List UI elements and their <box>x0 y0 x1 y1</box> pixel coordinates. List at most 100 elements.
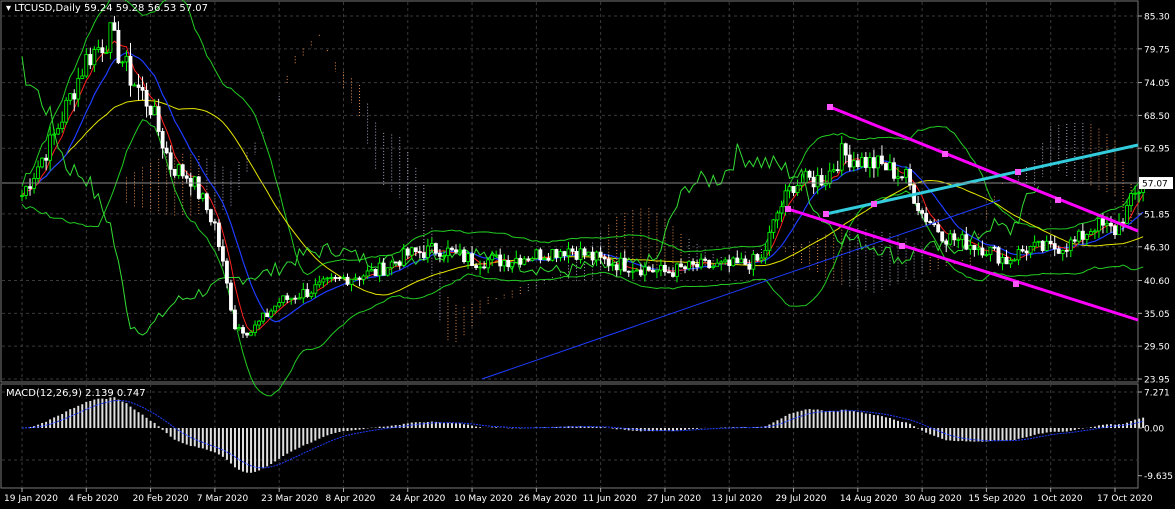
chevron-down-icon[interactable]: ▾ <box>6 3 11 14</box>
price-tick-label: 35.05 <box>1144 310 1170 320</box>
candle-body <box>104 52 109 54</box>
candle-body <box>478 266 482 269</box>
trendline-anchor <box>827 104 833 110</box>
candle-body <box>610 264 615 267</box>
date-tick-label: 11 Jun 2020 <box>583 494 637 504</box>
candle-body <box>156 106 161 132</box>
candle-body <box>867 157 872 168</box>
candle-body <box>289 297 294 300</box>
candle-body <box>168 152 173 170</box>
candle-body <box>719 261 724 264</box>
candle-body <box>176 164 181 176</box>
candle-body <box>659 264 663 271</box>
candle-body <box>1093 230 1097 233</box>
candle-body <box>192 176 197 187</box>
candle-body <box>731 257 736 266</box>
candle-body <box>24 186 28 196</box>
candle-body <box>241 327 245 334</box>
candle-body <box>896 176 900 179</box>
candle-body <box>767 232 772 251</box>
candle-body <box>783 190 788 208</box>
candle-body <box>1012 259 1017 262</box>
candle-body <box>976 247 981 250</box>
candle-body <box>301 289 306 299</box>
candle-body <box>835 169 840 172</box>
date-tick-label: 26 May 2020 <box>518 494 577 504</box>
macd-tick-label: -9.635 <box>1144 472 1173 482</box>
candle-body <box>630 270 635 273</box>
candle-body <box>779 206 784 214</box>
candle-body <box>389 261 394 269</box>
candle-body <box>570 248 575 252</box>
candle-body <box>1032 241 1037 247</box>
candle-body <box>285 295 290 300</box>
candle-body <box>64 99 69 123</box>
candle-body <box>530 258 535 261</box>
candle-body <box>839 143 844 171</box>
candle-body <box>1101 218 1105 226</box>
candle-body <box>743 258 748 265</box>
candle-body <box>417 251 422 254</box>
candle-body <box>1020 249 1025 252</box>
candle-body <box>184 175 189 179</box>
price-tick-label: 29.50 <box>1144 343 1170 353</box>
candle-body <box>795 184 800 193</box>
candle-body <box>574 250 579 260</box>
price-tick-label: 51.85 <box>1144 210 1170 220</box>
candle-body <box>863 156 868 168</box>
candle-body <box>405 248 410 256</box>
candle-body <box>466 253 470 263</box>
candle-body <box>755 254 760 261</box>
candle-body <box>212 221 217 224</box>
candle-body <box>876 155 880 169</box>
candle-body <box>960 234 965 240</box>
candle-body <box>92 49 97 66</box>
candle-body <box>462 249 466 263</box>
candle-body <box>88 54 93 66</box>
candle-body <box>582 248 587 256</box>
candle-body <box>20 195 24 197</box>
candle-body <box>594 251 599 261</box>
candle-body <box>590 251 595 261</box>
candle-body <box>803 170 808 184</box>
candle-body <box>490 254 495 261</box>
candle-body <box>699 258 704 268</box>
chart-title: ▾ LTCUSD,Daily 59.24 59.28 56.53 57.07 <box>6 3 208 14</box>
candle-body <box>984 254 989 257</box>
candle-body <box>1052 243 1057 250</box>
date-tick-label: 15 Sep 2020 <box>968 494 1025 504</box>
candle-body <box>454 249 458 253</box>
candle-body <box>771 219 776 233</box>
candle-body <box>1097 218 1101 232</box>
last-price-label: 57.07 <box>1142 180 1168 190</box>
candle-body <box>229 282 233 311</box>
candle-body <box>554 249 559 258</box>
candle-body <box>1016 249 1021 261</box>
candle-body <box>200 193 205 199</box>
price-tick-label: 79.75 <box>1144 45 1170 55</box>
candle-body <box>683 266 687 269</box>
candle-body <box>353 277 358 280</box>
candle-body <box>273 305 278 312</box>
candle-body <box>450 247 454 251</box>
candle-body <box>233 309 237 330</box>
candle-body <box>28 186 32 189</box>
candle-body <box>401 248 406 266</box>
candle-body <box>393 261 398 264</box>
candle-body <box>409 247 414 256</box>
candle-body <box>140 87 145 91</box>
candle-body <box>626 270 631 273</box>
candle-body <box>687 261 691 269</box>
candle-body <box>68 93 73 101</box>
candle-body <box>237 327 241 330</box>
candle-body <box>924 212 929 222</box>
candle-body <box>208 209 213 223</box>
candle-body <box>847 154 852 168</box>
candle-body <box>992 246 997 249</box>
date-tick-label: 19 Jan 2020 <box>4 494 58 504</box>
candle-body <box>72 93 77 100</box>
candle-body <box>892 162 896 179</box>
trendline-anchor <box>1013 281 1019 287</box>
candle-body <box>40 157 44 168</box>
candle-body <box>606 258 611 266</box>
